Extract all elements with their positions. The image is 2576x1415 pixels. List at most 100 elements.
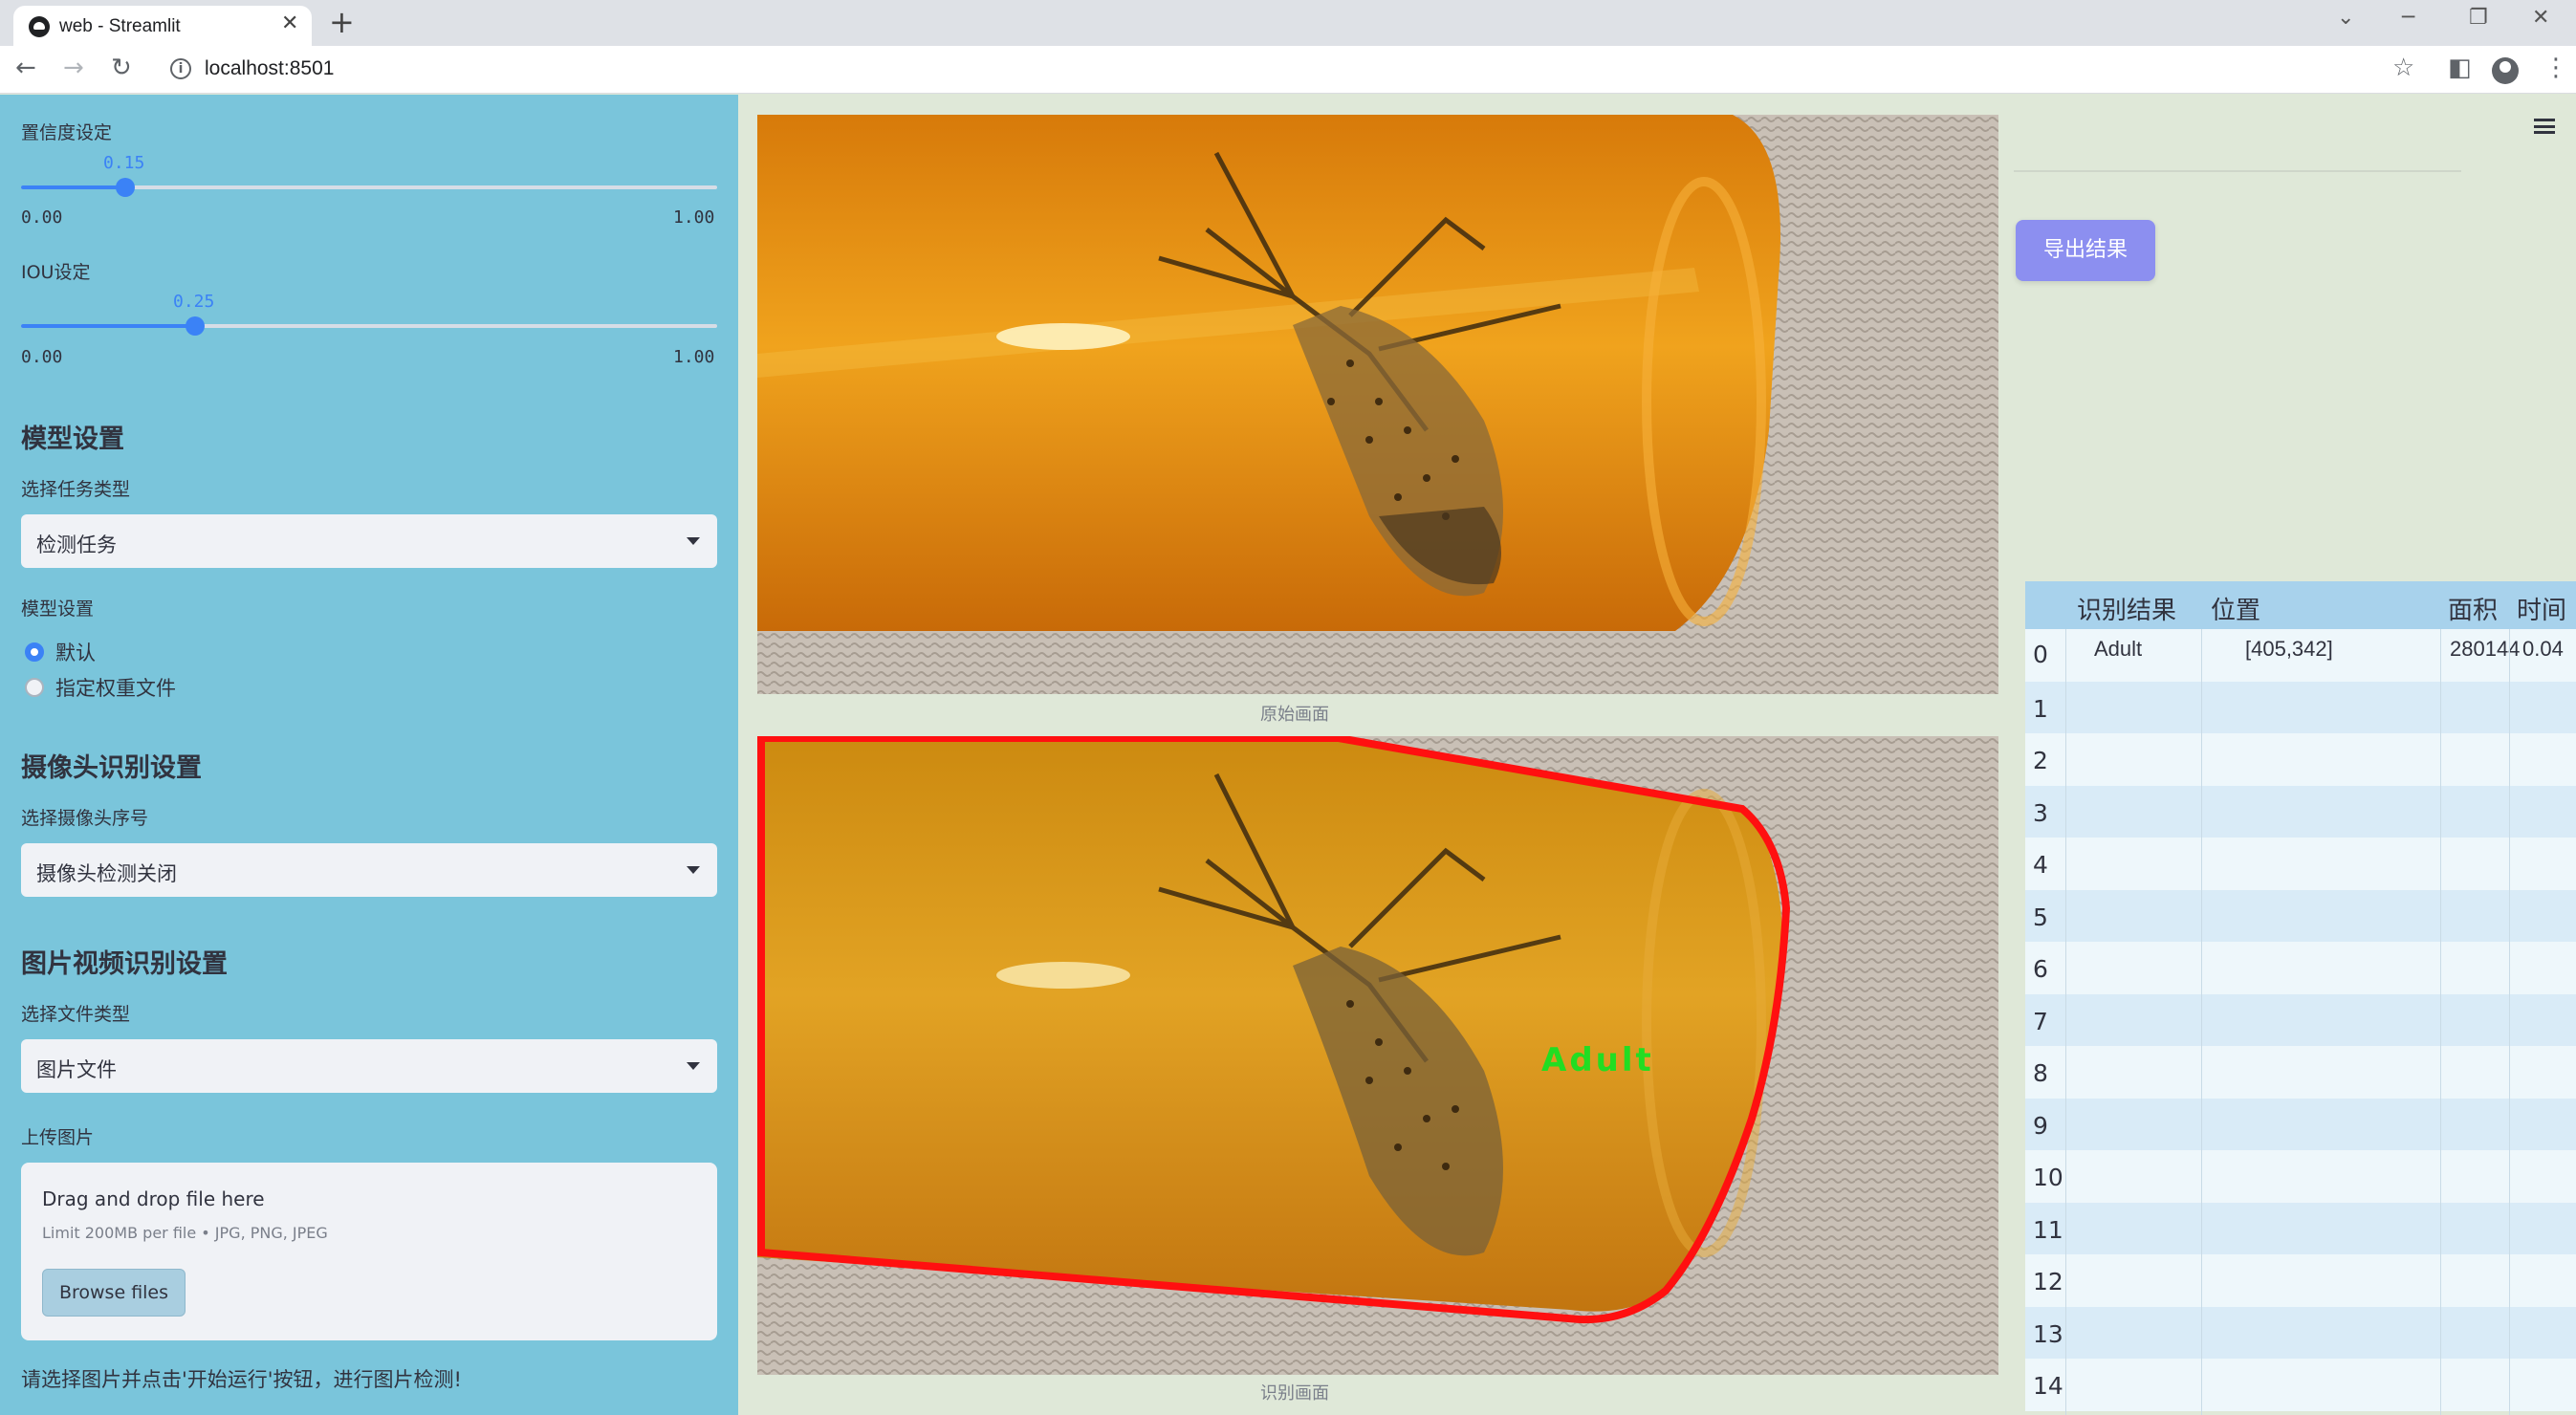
camera-section-heading: 摄像头识别设置: [21, 753, 202, 783]
browser-menu-icon[interactable]: ⋮: [2543, 54, 2568, 82]
camera-index-value: 摄像头检测关闭: [36, 862, 177, 885]
new-tab-icon[interactable]: +: [329, 4, 355, 40]
iou-slider-thumb[interactable]: [186, 316, 205, 336]
column-divider: [2440, 629, 2441, 1415]
iou-slider[interactable]: [21, 316, 717, 336]
column-divider: [2201, 629, 2202, 1415]
file-type-label: 选择文件类型: [21, 1004, 131, 1025]
task-type-value: 检测任务: [36, 533, 117, 556]
detection-image-caption: 识别画面: [1260, 1383, 1329, 1404]
table-row[interactable]: 6: [2025, 942, 2576, 994]
confidence-slider-thumb[interactable]: [116, 178, 136, 197]
cell-time: 0.04: [2522, 637, 2564, 661]
confidence-slider[interactable]: [21, 178, 717, 197]
dropzone-title: Drag and drop file here: [42, 1187, 265, 1210]
browser-tab[interactable]: web - Streamlit ✕: [13, 6, 312, 46]
divider: [2014, 170, 2461, 172]
task-type-label: 选择任务类型: [21, 479, 131, 500]
reload-icon[interactable]: ↻: [111, 54, 132, 82]
task-type-select[interactable]: 检测任务: [21, 514, 717, 568]
chevron-down-icon: [687, 866, 700, 874]
iou-label: IOU设定: [21, 262, 91, 283]
row-index: 0: [2033, 641, 2048, 668]
radio-custom-weights[interactable]: [25, 678, 44, 697]
table-row[interactable]: 7: [2025, 993, 2576, 1046]
model-section-heading: 模型设置: [21, 424, 124, 454]
row-index: 12: [2033, 1268, 2063, 1295]
iou-value: 0.25: [173, 292, 215, 312]
export-results-button[interactable]: 导出结果: [2016, 220, 2155, 281]
sidebar-instruction: 请选择图片并点击'开始运行'按钮，进行图片检测!: [21, 1368, 462, 1391]
header-area[interactable]: 面积: [2448, 591, 2498, 626]
tab-title: web - Streamlit: [59, 16, 181, 36]
table-row[interactable]: 8: [2025, 1046, 2576, 1099]
chevron-down-icon: [687, 1062, 700, 1070]
file-type-select[interactable]: 图片文件: [21, 1039, 717, 1093]
header-time[interactable]: 时间: [2517, 591, 2566, 626]
cell-result: Adult: [2094, 637, 2143, 661]
table-row[interactable]: 3: [2025, 785, 2576, 838]
chevron-down-icon: [687, 537, 700, 545]
row-index: 1: [2033, 694, 2048, 723]
row-index: 5: [2033, 903, 2048, 931]
row-index: 11: [2033, 1215, 2063, 1244]
table-row[interactable]: 14: [2025, 1359, 2576, 1411]
row-index: 3: [2033, 798, 2048, 827]
table-row[interactable]: 10: [2025, 1150, 2576, 1203]
cell-position: [405,342]: [2245, 637, 2333, 661]
iou-min: 0.00: [21, 347, 63, 367]
table-row[interactable]: 11: [2025, 1202, 2576, 1254]
close-window-icon[interactable]: ✕: [2532, 6, 2549, 30]
row-index: 8: [2033, 1059, 2048, 1087]
confidence-label: 置信度设定: [21, 122, 113, 143]
table-row[interactable]: 2: [2025, 733, 2576, 786]
close-tab-icon[interactable]: ✕: [281, 11, 298, 35]
iou-slider-fill: [21, 324, 195, 328]
table-row[interactable]: 5: [2025, 889, 2576, 942]
original-image: [757, 115, 1998, 694]
bookmark-star-icon[interactable]: ☆: [2392, 54, 2414, 82]
table-row[interactable]: 4: [2025, 838, 2576, 890]
iou-max: 1.00: [673, 347, 715, 367]
model-setting-label: 模型设置: [21, 599, 95, 620]
radio-custom-weights-label: 指定权重文件: [55, 677, 176, 700]
table-row[interactable]: 0 Adult [405,342] 280144 0.04: [2025, 629, 2576, 682]
row-index: 13: [2033, 1319, 2063, 1348]
row-index: 14: [2033, 1372, 2063, 1400]
file-type-value: 图片文件: [36, 1058, 117, 1081]
table-row[interactable]: 1: [2025, 681, 2576, 733]
column-divider: [2509, 629, 2510, 1415]
radio-default[interactable]: [25, 642, 44, 662]
header-result[interactable]: 识别结果: [2077, 591, 2176, 626]
site-info-icon[interactable]: i: [170, 58, 191, 79]
file-dropzone[interactable]: Drag and drop file here Limit 200MB per …: [21, 1163, 717, 1340]
tab-search-chevron-icon[interactable]: ⌄: [2337, 6, 2354, 30]
camera-index-select[interactable]: 摄像头检测关闭: [21, 843, 717, 897]
minimize-icon[interactable]: ─: [2402, 6, 2414, 30]
restore-icon[interactable]: ❐: [2469, 6, 2488, 30]
row-index: 4: [2033, 851, 2048, 879]
confidence-value: 0.15: [103, 153, 145, 173]
streamlit-favicon-icon: [29, 16, 50, 37]
table-row[interactable]: 12: [2025, 1254, 2576, 1307]
original-image-caption: 原始画面: [1260, 705, 1329, 725]
row-index: 10: [2033, 1164, 2063, 1191]
table-header: 识别结果 位置 面积 时间: [2025, 581, 2576, 629]
hamburger-menu-icon[interactable]: [2534, 119, 2555, 134]
browser-toolbar: ← → ↻ i localhost:8501 ☆ ◧ ⋮: [0, 46, 2576, 94]
side-panel-icon[interactable]: ◧: [2448, 54, 2472, 82]
browse-files-button[interactable]: Browse files: [42, 1269, 186, 1317]
file-section-heading: 图片视频识别设置: [21, 949, 228, 979]
row-index: 6: [2033, 955, 2048, 983]
row-index: 7: [2033, 1007, 2048, 1035]
browser-tabbar: web - Streamlit ✕ + ⌄ ─ ❐ ✕: [0, 0, 2576, 46]
column-divider: [2065, 629, 2066, 1415]
row-index: 9: [2033, 1111, 2048, 1140]
table-row[interactable]: 13: [2025, 1306, 2576, 1359]
forward-icon[interactable]: →: [63, 54, 84, 82]
header-position[interactable]: 位置: [2211, 591, 2260, 626]
address-bar[interactable]: localhost:8501: [205, 57, 334, 80]
profile-avatar-icon[interactable]: [2492, 57, 2519, 84]
table-row[interactable]: 9: [2025, 1098, 2576, 1150]
back-icon[interactable]: ←: [15, 54, 36, 82]
